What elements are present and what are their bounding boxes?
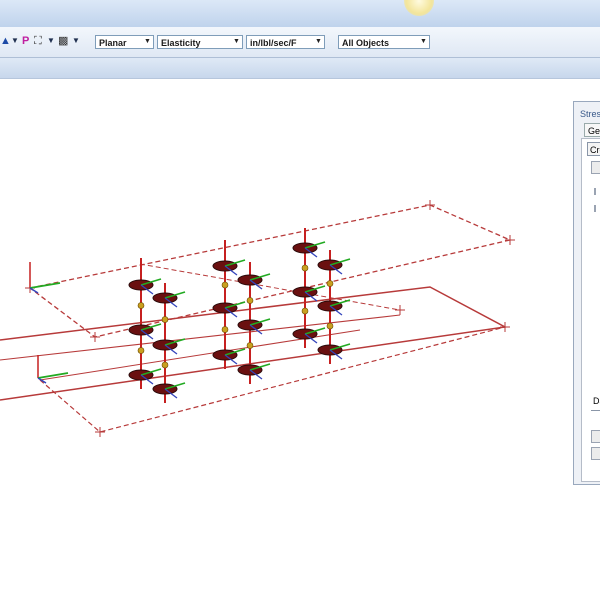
chevron-down-icon[interactable]: ▼ bbox=[142, 36, 153, 48]
model-viewport[interactable] bbox=[0, 79, 600, 600]
mid-node bbox=[137, 347, 145, 354]
object-filter-value: All Objects bbox=[342, 38, 390, 48]
data-label: Da bbox=[593, 396, 600, 406]
mid-node bbox=[137, 302, 145, 309]
dropdown-arrow-icon[interactable]: ▼ bbox=[11, 36, 19, 45]
units-select[interactable]: in/lbl/sec/F ▼ bbox=[246, 35, 325, 49]
chevron-down-icon[interactable]: ▼ bbox=[418, 36, 429, 48]
mid-node bbox=[161, 361, 169, 369]
probe-icon[interactable]: ▩ bbox=[58, 35, 68, 47]
view-mode-select[interactable]: Planar ▼ bbox=[95, 35, 154, 49]
mid-node bbox=[301, 264, 309, 272]
ribbon-band bbox=[0, 58, 600, 79]
support-axis-x bbox=[37, 372, 69, 379]
stress-panel: Stress Gen Cre Da bbox=[573, 101, 600, 485]
panel-body: Cre Da bbox=[581, 138, 600, 482]
support-axis-x bbox=[29, 282, 61, 289]
panel-tick bbox=[594, 205, 596, 212]
panel-option-button[interactable] bbox=[591, 161, 600, 174]
create-button[interactable]: Cre bbox=[587, 142, 600, 156]
mid-node bbox=[246, 297, 254, 304]
structural-model-canvas[interactable] bbox=[0, 79, 600, 600]
upper-slab-outline bbox=[29, 204, 513, 338]
p-marker-icon[interactable]: P bbox=[22, 35, 29, 47]
panel-title: Stress bbox=[580, 109, 600, 119]
object-filter-select[interactable]: All Objects ▼ bbox=[338, 35, 430, 49]
panel-button[interactable] bbox=[591, 447, 600, 460]
dropdown-arrow-icon[interactable]: ▼ bbox=[47, 36, 55, 45]
chevron-down-icon[interactable]: ▼ bbox=[313, 36, 324, 48]
select-icon[interactable]: ▲ bbox=[0, 35, 11, 47]
view-mode-value: Planar bbox=[99, 38, 127, 48]
mid-node bbox=[221, 281, 229, 289]
panel-tick bbox=[594, 188, 596, 195]
lower-slab-dashed-edge bbox=[39, 326, 506, 433]
title-bar bbox=[0, 0, 600, 28]
mid-node bbox=[221, 326, 229, 333]
panel-button[interactable] bbox=[591, 430, 600, 443]
mid-node bbox=[326, 322, 334, 330]
mid-node bbox=[161, 316, 169, 323]
main-toolbar: ▲ ▼ P ⛶ ▼ ▩ ▼ Planar ▼ Elasticity ▼ in/l… bbox=[0, 27, 600, 58]
analysis-type-select[interactable]: Elasticity ▼ bbox=[157, 35, 243, 49]
mid-node bbox=[301, 307, 309, 315]
dropdown-arrow-icon[interactable]: ▼ bbox=[72, 36, 80, 45]
upper-slab-gridline bbox=[139, 263, 401, 311]
tab-general[interactable]: Gen bbox=[584, 123, 600, 137]
analysis-type-value: Elasticity bbox=[161, 38, 201, 48]
mid-node bbox=[326, 280, 334, 287]
mid-node bbox=[246, 342, 254, 349]
tool-icon[interactable]: ⛶ bbox=[34, 35, 42, 47]
divider bbox=[591, 410, 600, 411]
support-axis-y bbox=[29, 287, 39, 294]
chevron-down-icon[interactable]: ▼ bbox=[231, 36, 242, 48]
units-value: in/lbl/sec/F bbox=[250, 38, 297, 48]
window-orb-icon bbox=[404, 0, 434, 16]
